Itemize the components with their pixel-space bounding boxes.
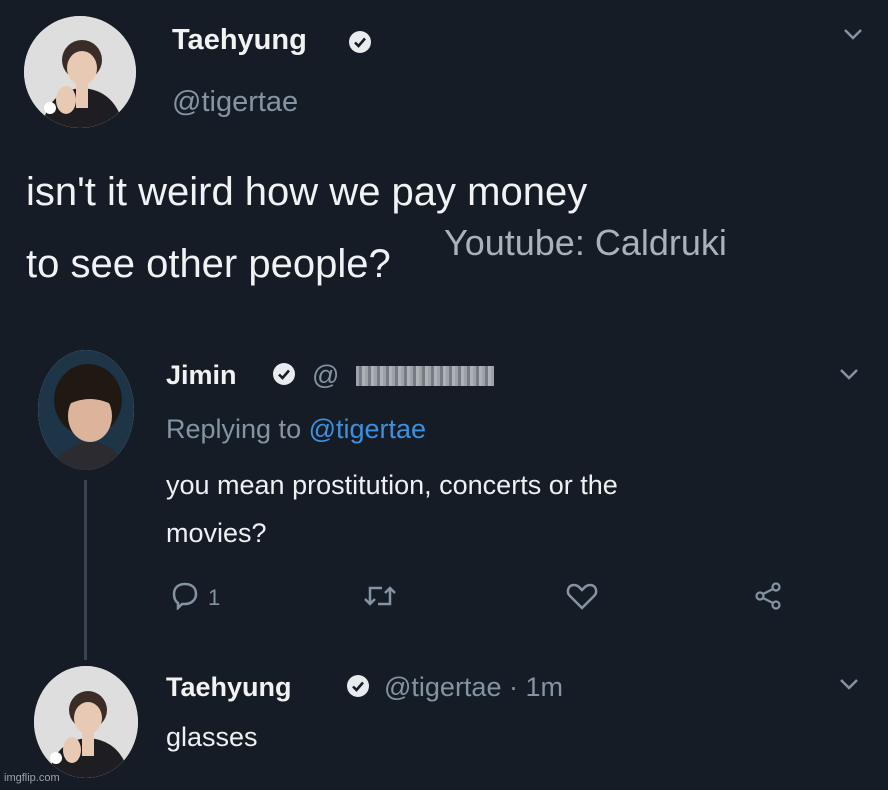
- reply-text-line2: movies?: [166, 518, 267, 548]
- reply-text-line1: you mean prostitution, concerts or the: [166, 470, 618, 500]
- thread-line: [84, 480, 87, 660]
- replying-to-handle[interactable]: @tigertae: [309, 414, 426, 444]
- reply2-text: glasses: [166, 722, 258, 752]
- author-name[interactable]: Taehyung: [172, 24, 307, 57]
- retweet-icon: [362, 586, 398, 614]
- reply-icon: [170, 580, 200, 615]
- imgflip-watermark: imgflip.com: [4, 772, 60, 784]
- reply-button[interactable]: 1: [170, 580, 220, 615]
- reply2-meta: @tigertae · 1m: [384, 672, 563, 703]
- avatar-taehyung[interactable]: [24, 16, 136, 128]
- verified-icon: [272, 362, 296, 391]
- reply2-author-name[interactable]: Taehyung: [166, 672, 292, 703]
- like-icon: [566, 583, 598, 614]
- reply2-time: · 1m: [508, 672, 563, 702]
- reply-handle-prefix[interactable]: @: [312, 360, 339, 391]
- share-button[interactable]: [754, 582, 784, 615]
- share-icon: [754, 582, 784, 614]
- author-handle[interactable]: @tigertae: [172, 86, 298, 119]
- verified-icon: [346, 674, 370, 703]
- avatar-jimin[interactable]: [38, 350, 134, 470]
- reply2-handle[interactable]: @tigertae: [384, 672, 501, 702]
- replying-to-label: Replying to: [166, 414, 302, 444]
- watermark: Youtube: Caldruki: [444, 222, 727, 263]
- replying-to: Replying to @tigertae: [166, 414, 426, 445]
- reply-count: 1: [208, 584, 221, 610]
- tweet-text-line1: isn't it weird how we pay money: [26, 170, 588, 214]
- reply-author-name[interactable]: Jimin: [166, 360, 237, 391]
- chevron-down-icon[interactable]: [838, 676, 860, 697]
- verified-icon: [348, 30, 372, 59]
- chevron-down-icon[interactable]: [842, 26, 864, 47]
- avatar-taehyung[interactable]: [34, 666, 138, 778]
- retweet-button[interactable]: [362, 582, 398, 615]
- like-button[interactable]: [566, 582, 598, 615]
- chevron-down-icon[interactable]: [838, 366, 860, 387]
- redacted-handle: [356, 366, 494, 386]
- tweet-text-line2: to see other people?: [26, 242, 391, 286]
